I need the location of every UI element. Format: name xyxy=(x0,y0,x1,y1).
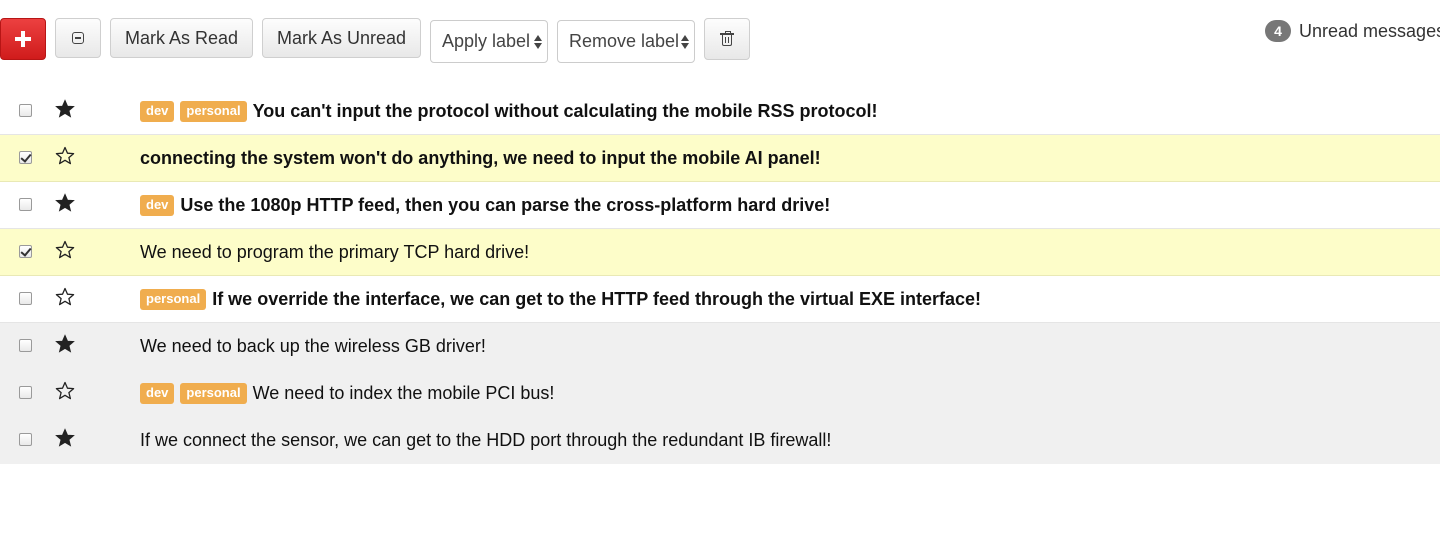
mark-as-unread-button[interactable]: Mark As Unread xyxy=(262,18,421,58)
message-subject-area[interactable]: We need to program the primary TCP hard … xyxy=(140,229,529,276)
message-row[interactable]: connecting the system won't do anything,… xyxy=(0,135,1440,182)
message-subject-area[interactable]: If we connect the sensor, we can get to … xyxy=(140,417,831,464)
star-filled-icon[interactable] xyxy=(55,193,75,213)
star-filled-icon[interactable] xyxy=(55,428,75,448)
message-checkbox[interactable] xyxy=(19,245,32,258)
message-subject[interactable]: If we connect the sensor, we can get to … xyxy=(140,430,831,451)
apply-label-select[interactable]: Apply label xyxy=(430,20,548,63)
unread-count-badge: 4 xyxy=(1265,20,1291,42)
message-subject[interactable]: We need to back up the wireless GB drive… xyxy=(140,336,486,357)
message-subject[interactable]: We need to program the primary TCP hard … xyxy=(140,242,529,263)
message-subject[interactable]: connecting the system won't do anything,… xyxy=(140,148,821,169)
minus-square-icon xyxy=(72,32,84,44)
message-subject[interactable]: If we override the interface, we can get… xyxy=(212,289,981,310)
star-outline-icon[interactable] xyxy=(55,146,75,166)
message-checkbox[interactable] xyxy=(19,198,32,211)
message-row[interactable]: If we connect the sensor, we can get to … xyxy=(0,417,1440,464)
trash-icon xyxy=(720,31,734,46)
label-badge: dev xyxy=(140,383,175,404)
message-row[interactable]: We need to back up the wireless GB drive… xyxy=(0,323,1440,370)
remove-label-selected: Remove label xyxy=(569,31,680,51)
select-arrows-icon xyxy=(681,33,689,51)
unread-counter: 4 Unread messages xyxy=(1265,19,1440,43)
label-badge: dev xyxy=(140,101,175,122)
message-list: dev personal You can't input the protocol … xyxy=(0,88,1440,464)
star-outline-icon[interactable] xyxy=(55,287,75,307)
delete-button[interactable] xyxy=(704,18,750,60)
message-subject[interactable]: You can't input the protocol without cal… xyxy=(253,101,878,122)
message-row[interactable]: personal If we override the interface, we… xyxy=(0,276,1440,323)
message-checkbox[interactable] xyxy=(19,339,32,352)
message-subject-area[interactable]: dev Use the 1080p HTTP feed, then you can… xyxy=(140,182,830,229)
star-outline-icon[interactable] xyxy=(55,381,75,401)
label-badge: personal xyxy=(180,101,247,122)
message-subject[interactable]: Use the 1080p HTTP feed, then you can pa… xyxy=(180,195,830,216)
label-badge: personal xyxy=(180,383,247,404)
compose-button[interactable] xyxy=(0,18,46,60)
message-checkbox[interactable] xyxy=(19,104,32,117)
message-subject-area[interactable]: personal If we override the interface, we… xyxy=(140,276,981,323)
unread-label: Unread messages xyxy=(1299,20,1440,41)
message-row[interactable]: We need to program the primary TCP hard … xyxy=(0,229,1440,276)
message-subject-area[interactable]: dev personal We need to index the mobile P… xyxy=(140,370,554,417)
plus-icon xyxy=(15,31,31,47)
star-filled-icon[interactable] xyxy=(55,99,75,119)
apply-label-selected: Apply label xyxy=(442,31,531,51)
message-row[interactable]: dev personal We need to index the mobile P… xyxy=(0,370,1440,417)
select-arrows-icon xyxy=(534,33,542,51)
message-row[interactable]: dev personal You can't input the protocol … xyxy=(0,88,1440,135)
message-subject[interactable]: We need to index the mobile PCI bus! xyxy=(253,383,555,404)
label-badge: dev xyxy=(140,195,175,216)
message-checkbox[interactable] xyxy=(19,151,32,164)
toolbar: Mark As Read Mark As Unread Apply label … xyxy=(0,0,1440,80)
message-checkbox[interactable] xyxy=(19,292,32,305)
star-filled-icon[interactable] xyxy=(55,334,75,354)
label-badge: personal xyxy=(140,289,207,310)
remove-label-select[interactable]: Remove label xyxy=(557,20,695,63)
select-all-button[interactable] xyxy=(55,18,101,58)
message-row[interactable]: dev Use the 1080p HTTP feed, then you can… xyxy=(0,182,1440,229)
mark-as-read-button[interactable]: Mark As Read xyxy=(110,18,253,58)
message-checkbox[interactable] xyxy=(19,433,32,446)
message-checkbox[interactable] xyxy=(19,386,32,399)
message-subject-area[interactable]: connecting the system won't do anything,… xyxy=(140,135,821,182)
star-outline-icon[interactable] xyxy=(55,240,75,260)
message-subject-area[interactable]: We need to back up the wireless GB drive… xyxy=(140,323,486,370)
message-subject-area[interactable]: dev personal You can't input the protocol … xyxy=(140,88,878,135)
